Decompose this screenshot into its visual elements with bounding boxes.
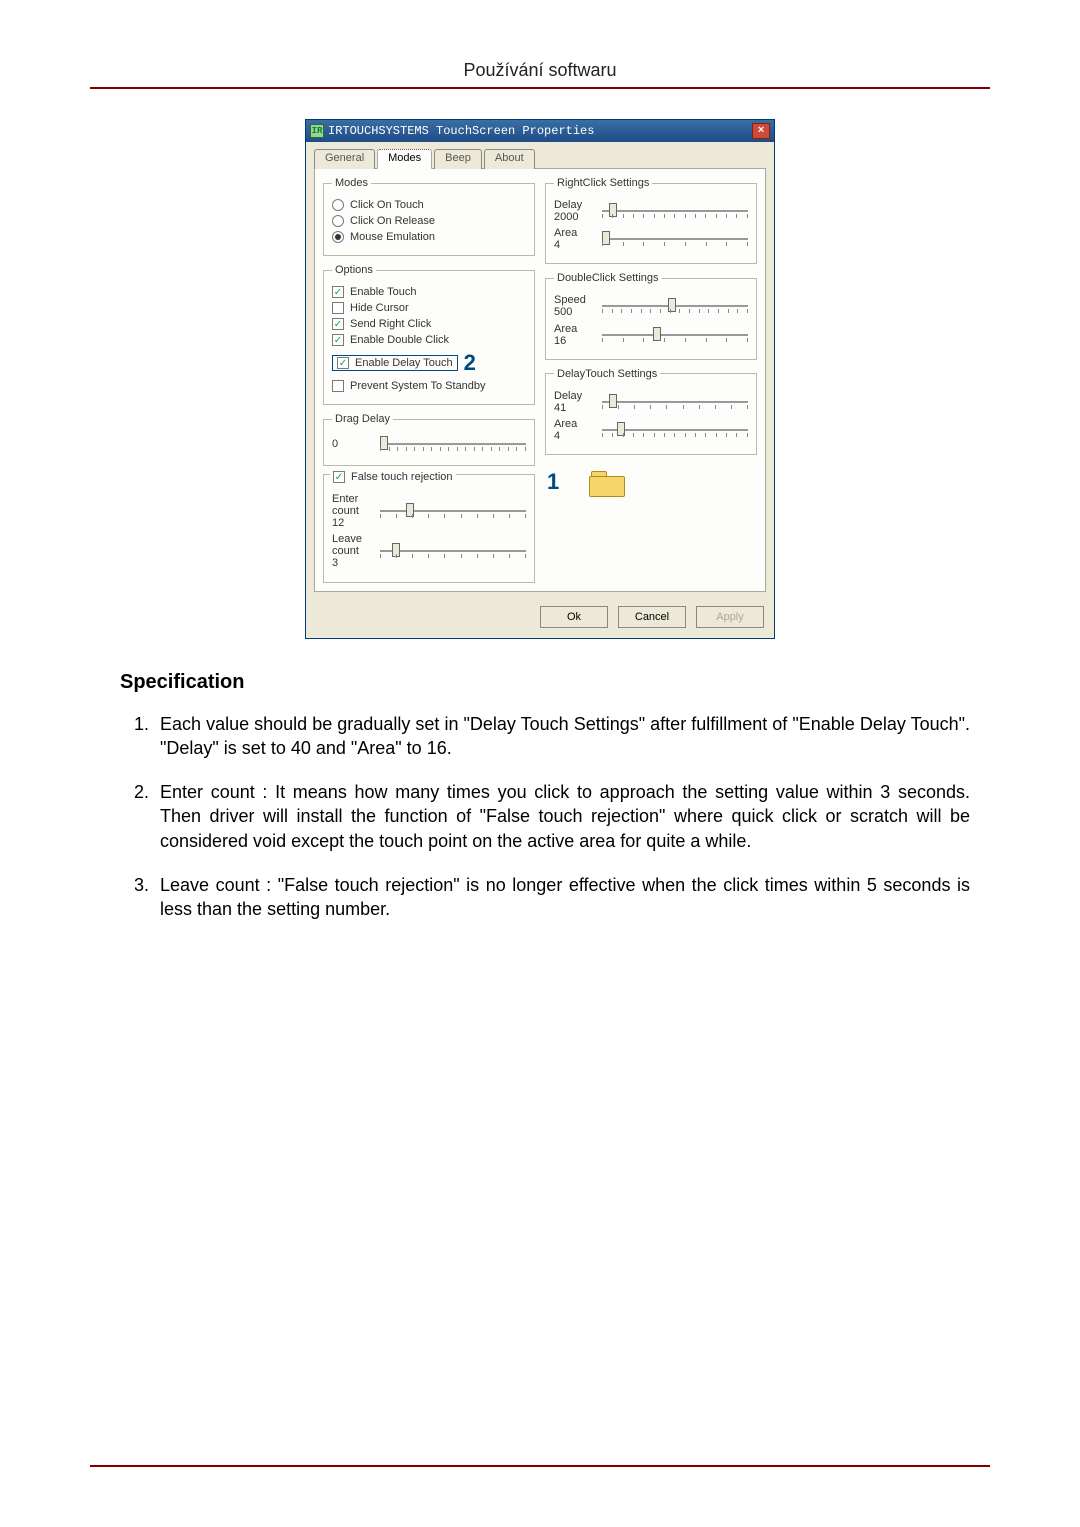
dc-speed-label: Speed500 — [554, 294, 596, 318]
check-hide-cursor[interactable]: Hide Cursor — [332, 302, 526, 314]
group-false-touch: False touch rejection Enter count12 Leav… — [323, 474, 535, 583]
page-header: Používání softwaru — [90, 60, 990, 87]
group-drag-delay-legend: Drag Delay — [332, 413, 393, 425]
leave-count-slider[interactable] — [380, 542, 526, 560]
tab-beep[interactable]: Beep — [434, 149, 482, 169]
group-rightclick: RightClick Settings Delay2000 Area4 — [545, 177, 757, 264]
window-title: IRTOUCHSYSTEMS TouchScreen Properties — [328, 124, 752, 138]
check-enable-double-click[interactable]: Enable Double Click — [332, 334, 526, 346]
rc-area-slider[interactable] — [602, 230, 748, 248]
group-modes-legend: Modes — [332, 177, 371, 189]
group-options-legend: Options — [332, 264, 376, 276]
radio-label: Mouse Emulation — [350, 231, 435, 243]
check-label: Enable Touch — [350, 286, 416, 298]
section-title: Specification — [120, 671, 990, 694]
tab-about[interactable]: About — [484, 149, 535, 169]
close-icon[interactable]: × — [752, 123, 770, 139]
annotation-1: 1 — [547, 469, 559, 495]
radio-click-on-release[interactable]: Click On Release — [332, 215, 526, 227]
header-rule — [90, 87, 990, 89]
left-column: Modes Click On Touch Click On Release Mo… — [323, 177, 535, 583]
folder-icon[interactable] — [589, 469, 623, 495]
check-prevent-standby[interactable]: Prevent System To Standby — [332, 380, 526, 392]
spec-item-1: Each value should be gradually set in "D… — [154, 712, 970, 761]
check-enable-delay-touch[interactable]: Enable Delay Touch — [332, 355, 458, 371]
tab-modes[interactable]: Modes — [377, 149, 432, 169]
enter-count-label: Enter count12 — [332, 493, 374, 529]
drag-delay-slider[interactable] — [380, 435, 526, 453]
spec-list: Each value should be gradually set in "D… — [154, 712, 970, 922]
properties-dialog: IR IRTOUCHSYSTEMS TouchScreen Properties… — [305, 119, 775, 639]
ok-button[interactable]: Ok — [540, 606, 608, 628]
radio-mouse-emulation[interactable]: Mouse Emulation — [332, 231, 526, 243]
check-label: Send Right Click — [350, 318, 431, 330]
check-label: Enable Double Click — [350, 334, 449, 346]
cancel-button[interactable]: Cancel — [618, 606, 686, 628]
check-label: Hide Cursor — [350, 302, 409, 314]
check-label: Enable Delay Touch — [355, 357, 453, 369]
tab-general[interactable]: General — [314, 149, 375, 169]
radio-click-on-touch[interactable]: Click On Touch — [332, 199, 526, 211]
group-doubleclick-legend: DoubleClick Settings — [554, 272, 662, 284]
drag-delay-value: 0 — [332, 438, 374, 450]
apply-button[interactable]: Apply — [696, 606, 764, 628]
check-label: Prevent System To Standby — [350, 380, 486, 392]
check-false-touch-rejection[interactable]: False touch rejection — [330, 471, 456, 483]
spec-item-2: Enter count : It means how many times yo… — [154, 780, 970, 853]
rc-area-label: Area4 — [554, 227, 596, 251]
right-column: RightClick Settings Delay2000 Area4 — [545, 177, 757, 583]
check-enable-touch[interactable]: Enable Touch — [332, 286, 526, 298]
spec-item-3: Leave count : "False touch rejection" is… — [154, 873, 970, 922]
rc-delay-slider[interactable] — [602, 202, 748, 220]
footer-rule — [90, 1465, 990, 1467]
group-delaytouch: DelayTouch Settings Delay41 Area4 — [545, 368, 757, 455]
dt-area-label: Area4 — [554, 418, 596, 442]
dc-speed-slider[interactable] — [602, 297, 748, 315]
annotation-2: 2 — [464, 350, 476, 376]
tab-panel: Modes Click On Touch Click On Release Mo… — [314, 168, 766, 592]
leave-count-label: Leave count3 — [332, 533, 374, 569]
radio-label: Click On Release — [350, 215, 435, 227]
group-rightclick-legend: RightClick Settings — [554, 177, 652, 189]
titlebar: IR IRTOUCHSYSTEMS TouchScreen Properties… — [306, 120, 774, 142]
dt-delay-label: Delay41 — [554, 390, 596, 414]
rc-delay-label: Delay2000 — [554, 199, 596, 223]
check-send-right-click[interactable]: Send Right Click — [332, 318, 526, 330]
check-label: False touch rejection — [351, 471, 453, 483]
group-modes: Modes Click On Touch Click On Release Mo… — [323, 177, 535, 256]
dc-area-label: Area16 — [554, 323, 596, 347]
dc-area-slider[interactable] — [602, 326, 748, 344]
enter-count-slider[interactable] — [380, 502, 526, 520]
dt-delay-slider[interactable] — [602, 393, 748, 411]
radio-label: Click On Touch — [350, 199, 424, 211]
app-icon: IR — [310, 124, 324, 138]
dialog-buttons: Ok Cancel Apply — [306, 600, 774, 638]
group-drag-delay: Drag Delay 0 — [323, 413, 535, 466]
dt-area-slider[interactable] — [602, 421, 748, 439]
group-delaytouch-legend: DelayTouch Settings — [554, 368, 660, 380]
tabstrip: General Modes Beep About — [306, 142, 774, 168]
group-options: Options Enable Touch Hide Cursor Send Ri… — [323, 264, 535, 405]
group-doubleclick: DoubleClick Settings Speed500 Area16 — [545, 272, 757, 359]
